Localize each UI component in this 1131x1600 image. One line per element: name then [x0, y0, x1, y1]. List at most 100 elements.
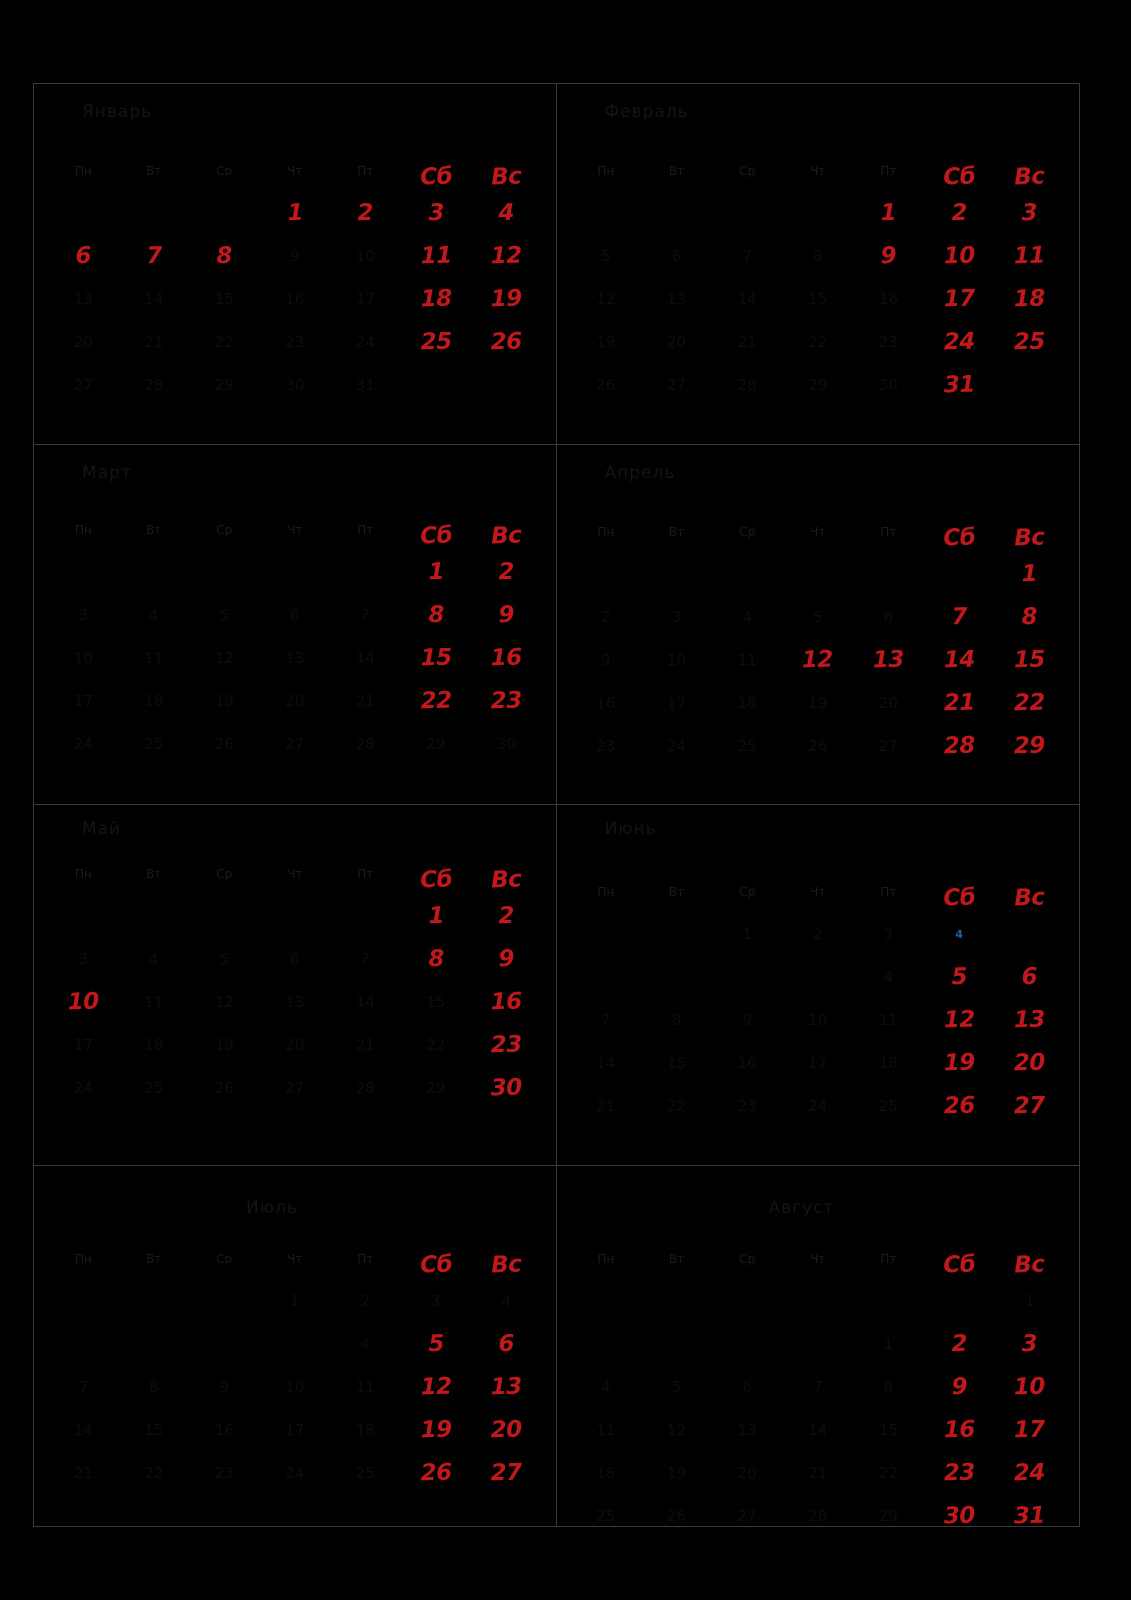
day-cell[interactable]: 1	[994, 560, 1065, 586]
day-cell[interactable]: 2	[471, 558, 542, 584]
day-cell[interactable]: 13	[260, 991, 331, 1014]
day-cell[interactable]: 3	[994, 200, 1065, 226]
day-cell[interactable]: 2	[923, 200, 994, 226]
day-cell[interactable]: 29	[994, 732, 1065, 759]
day-cell[interactable]: 17	[923, 286, 994, 313]
day-cell[interactable]: 17	[782, 1052, 853, 1075]
day-cell[interactable]: 30	[853, 374, 924, 397]
day-cell[interactable]: 25	[330, 1462, 401, 1485]
day-cell[interactable]: 30	[923, 1502, 994, 1526]
day-cell[interactable]: 27	[641, 374, 712, 397]
day-cell[interactable]: 20	[260, 1034, 331, 1057]
day-cell[interactable]: 24	[641, 735, 712, 758]
day-cell[interactable]: 14	[119, 288, 190, 311]
day-cell[interactable]: 6	[641, 245, 712, 268]
day-cell[interactable]: 14	[571, 1052, 642, 1075]
day-cell[interactable]: 22	[994, 689, 1065, 716]
day-cell[interactable]: 3	[641, 606, 712, 629]
day-cell[interactable]: 18	[400, 286, 471, 313]
day-cell[interactable]: 12	[641, 1419, 712, 1442]
day-cell[interactable]: 7	[330, 948, 401, 971]
day-cell[interactable]: 21	[330, 1034, 401, 1057]
day-cell[interactable]: 17	[994, 1416, 1065, 1443]
day-cell[interactable]: 20	[994, 1050, 1065, 1077]
day-cell[interactable]: 3	[48, 948, 119, 971]
day-cell[interactable]: 3	[994, 1330, 1065, 1356]
day-cell[interactable]: 18	[119, 690, 190, 713]
day-cell[interactable]: 25	[712, 735, 783, 758]
day-cell[interactable]: 1	[400, 903, 471, 929]
day-cell[interactable]: 21	[712, 331, 783, 354]
day-cell[interactable]: 26	[400, 1459, 471, 1486]
day-cell[interactable]: 27	[471, 1459, 542, 1486]
day-cell[interactable]: 9	[853, 243, 924, 269]
day-cell[interactable]: 4	[924, 923, 995, 946]
day-cell[interactable]: 18	[119, 1034, 190, 1057]
day-cell[interactable]: 4	[712, 606, 783, 629]
day-cell[interactable]: 7	[118, 243, 189, 269]
day-cell[interactable]: 12	[189, 991, 260, 1014]
day-cell[interactable]: 3	[48, 604, 119, 627]
day-cell[interactable]: 20	[853, 692, 924, 715]
day-cell[interactable]: 13	[48, 288, 119, 311]
day-cell[interactable]: 4	[471, 1290, 542, 1313]
day-cell[interactable]: 16	[471, 989, 542, 1016]
day-cell[interactable]: 8	[400, 946, 471, 972]
day-cell[interactable]: 6	[260, 948, 331, 971]
day-cell[interactable]: 3	[853, 923, 924, 946]
day-cell[interactable]: 16	[189, 1419, 260, 1442]
day-cell[interactable]: 24	[994, 1459, 1065, 1486]
day-cell[interactable]: 7	[48, 1376, 119, 1399]
day-cell[interactable]: 28	[330, 1077, 401, 1100]
day-cell[interactable]: 27	[260, 733, 331, 756]
day-cell[interactable]: 25	[571, 1505, 642, 1527]
day-cell[interactable]: 21	[119, 331, 190, 354]
day-cell[interactable]: 18	[853, 1052, 924, 1075]
day-cell[interactable]: 28	[119, 374, 190, 397]
day-cell[interactable]: 11	[119, 991, 190, 1014]
day-cell[interactable]: 9	[923, 1373, 994, 1399]
day-cell[interactable]: 21	[48, 1462, 119, 1485]
day-cell[interactable]: 19	[471, 286, 542, 313]
day-cell[interactable]: 8	[782, 245, 853, 268]
day-cell[interactable]: 23	[471, 1032, 542, 1059]
day-cell[interactable]: 19	[189, 1034, 260, 1057]
day-cell[interactable]: 20	[712, 1462, 783, 1485]
day-cell[interactable]: 1	[259, 200, 330, 226]
day-cell[interactable]: 20	[471, 1416, 542, 1443]
day-cell[interactable]: 22	[641, 1095, 712, 1118]
day-cell[interactable]: 1	[853, 1333, 924, 1356]
day-cell[interactable]: 31	[994, 1502, 1065, 1526]
day-cell[interactable]: 22	[189, 331, 260, 354]
day-cell[interactable]: 2	[330, 1290, 401, 1313]
day-cell[interactable]: 26	[571, 374, 642, 397]
day-cell[interactable]: 18	[712, 692, 783, 715]
day-cell[interactable]: 1	[994, 1290, 1065, 1313]
day-cell[interactable]: 29	[189, 374, 260, 397]
day-cell[interactable]: 21	[782, 1462, 853, 1485]
day-cell[interactable]: 13	[712, 1419, 783, 1442]
day-cell[interactable]: 23	[571, 735, 642, 758]
day-cell[interactable]: 19	[400, 1416, 471, 1443]
day-cell[interactable]: 1	[260, 1290, 331, 1313]
day-cell[interactable]: 6	[853, 606, 924, 629]
day-cell[interactable]: 23	[853, 331, 924, 354]
day-cell[interactable]: 23	[712, 1095, 783, 1118]
day-cell[interactable]: 2	[471, 903, 542, 929]
day-cell[interactable]: 24	[782, 1095, 853, 1118]
day-cell[interactable]: 14	[330, 647, 401, 670]
day-cell[interactable]: 10	[923, 243, 994, 270]
day-cell[interactable]: 11	[571, 1419, 642, 1442]
day-cell[interactable]: 25	[853, 1095, 924, 1118]
day-cell[interactable]: 29	[401, 733, 472, 756]
day-cell[interactable]: 13	[471, 1373, 542, 1400]
day-cell[interactable]: 4	[471, 200, 542, 226]
day-cell[interactable]: 15	[782, 288, 853, 311]
day-cell[interactable]: 8	[189, 243, 260, 269]
day-cell[interactable]: 22	[119, 1462, 190, 1485]
day-cell[interactable]: 20	[48, 331, 119, 354]
day-cell[interactable]: 17	[330, 288, 401, 311]
day-cell[interactable]: 6	[260, 604, 331, 627]
day-cell[interactable]: 17	[641, 692, 712, 715]
day-cell[interactable]: 22	[400, 687, 471, 714]
